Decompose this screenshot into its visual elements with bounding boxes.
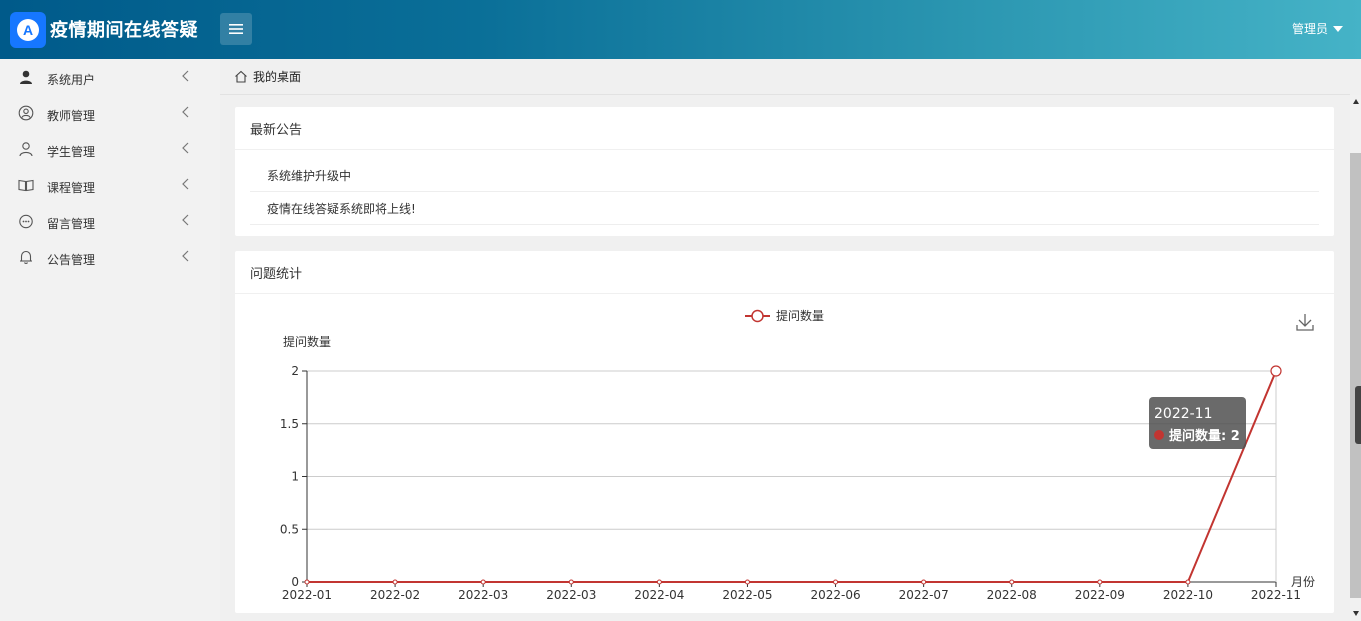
data-point	[1270, 365, 1282, 377]
x-tick-label: 2022-09	[1075, 588, 1125, 602]
x-axis-title: 月份	[1291, 575, 1315, 589]
top-header: A 疫情期间在线答疑 管理员	[0, 0, 1361, 59]
user-circle-icon	[18, 105, 34, 121]
x-tick-label: 2022-11	[1251, 588, 1301, 602]
sidebar-item-announcements[interactable]: 公告管理	[0, 239, 220, 275]
sidebar-item-label: 留言管理	[47, 217, 96, 231]
sidebar-item-teachers[interactable]: 教师管理	[0, 95, 220, 131]
main-content: 我的桌面 最新公告 系统维护升级中 疫情在线答疑系统即将上线! 问题统计 0 0.…	[220, 59, 1350, 621]
caret-down-icon	[1333, 25, 1343, 32]
chevron-left-icon	[182, 178, 189, 190]
chevron-left-icon	[182, 142, 189, 154]
scroll-down-arrow-icon[interactable]	[1353, 611, 1359, 616]
home-icon[interactable]	[234, 70, 248, 83]
y-tick-label: 0	[291, 575, 299, 589]
tooltip-title: 2022-11	[1154, 406, 1213, 422]
sidebar-item-system-users[interactable]: 系统用户	[0, 59, 220, 95]
x-tick-label: 2022-10	[1163, 588, 1213, 602]
book-icon	[18, 179, 34, 192]
data-point	[744, 579, 750, 585]
sidebar-item-courses[interactable]: 课程管理	[0, 167, 220, 203]
sidebar-item-label: 学生管理	[47, 145, 96, 159]
sidebar-item-label: 公告管理	[47, 253, 96, 267]
data-point	[480, 579, 486, 585]
app-logo[interactable]: A	[10, 12, 46, 48]
chevron-left-icon	[182, 70, 189, 82]
x-tick-label: 2022-03	[458, 588, 508, 602]
scroll-up-arrow-icon[interactable]	[1353, 99, 1359, 104]
sidebar-item-label: 教师管理	[47, 109, 96, 123]
stats-card: 问题统计 0 0.5 1 1.5 2 提问数量月份 2022-01 2022-02 2022-0…	[235, 251, 1334, 613]
x-tick-label: 2022-01	[282, 588, 332, 602]
x-tick-label: 2022-04	[634, 588, 684, 602]
data-point	[392, 579, 398, 585]
x-tick-label: 2022-03	[546, 588, 596, 602]
user-filled-icon	[20, 70, 32, 84]
notice-item[interactable]: 疫情在线答疑系统即将上线!	[250, 192, 1319, 225]
user-name: 管理员	[1291, 22, 1328, 36]
legend-label: 提问数量	[776, 308, 824, 323]
tooltip-marker	[1154, 430, 1164, 440]
menu-toggle-button[interactable]	[220, 13, 252, 45]
stats-title: 问题统计	[235, 251, 1334, 294]
x-tick-label: 2022-06	[810, 588, 860, 602]
download-icon[interactable]	[1296, 314, 1314, 331]
side-drawer-handle[interactable]	[1355, 386, 1361, 444]
scrollbar-thumb[interactable]	[1350, 153, 1361, 598]
x-tick-label: 2022-08	[987, 588, 1037, 602]
data-point	[304, 579, 310, 585]
y-tick-label: 2	[291, 364, 299, 378]
chevron-left-icon	[182, 214, 189, 226]
chevron-left-icon	[182, 106, 189, 118]
y-tick-label: 0.5	[280, 522, 299, 536]
x-tick-label: 2022-05	[722, 588, 772, 602]
data-point	[568, 579, 574, 585]
data-point	[921, 579, 927, 585]
user-outline-icon	[19, 142, 33, 157]
logo-icon: A	[17, 19, 39, 41]
legend-marker	[751, 309, 764, 323]
user-menu[interactable]: 管理员	[1292, 20, 1343, 37]
x-tick-label: 2022-07	[899, 588, 949, 602]
sidebar: 系统用户 教师管理 学生管理 课程管理 留言管理 公告管理	[0, 59, 220, 621]
bell-icon	[20, 250, 32, 265]
chevron-left-icon	[182, 250, 189, 262]
message-icon	[19, 214, 33, 229]
question-stats-chart: 0 0.5 1 1.5 2 提问数量月份 2022-01 2022-02 2022-03 2022…	[280, 308, 1315, 602]
notices-card: 最新公告 系统维护升级中 疫情在线答疑系统即将上线!	[235, 107, 1334, 236]
sidebar-item-label: 系统用户	[47, 73, 96, 87]
data-point	[1009, 579, 1015, 585]
hamburger-icon	[229, 24, 243, 34]
data-point	[656, 579, 662, 585]
breadcrumb: 我的桌面	[220, 59, 1350, 95]
app-title: 疫情期间在线答疑	[50, 20, 198, 41]
x-tick-label: 2022-02	[370, 588, 420, 602]
notice-item[interactable]: 系统维护升级中	[250, 159, 1319, 192]
y-tick-label: 1.5	[280, 417, 299, 431]
y-axis-title: 提问数量	[283, 334, 331, 349]
sidebar-item-students[interactable]: 学生管理	[0, 131, 220, 167]
sidebar-item-label: 课程管理	[47, 181, 96, 195]
sidebar-item-messages[interactable]: 留言管理	[0, 203, 220, 239]
notices-title: 最新公告	[235, 107, 1334, 150]
data-point	[1097, 579, 1103, 585]
tooltip-value: 提问数量: 2	[1169, 428, 1240, 444]
data-point	[1185, 579, 1191, 585]
breadcrumb-home[interactable]: 我的桌面	[253, 68, 301, 85]
data-point	[833, 579, 839, 585]
y-tick-label: 1	[291, 470, 299, 484]
